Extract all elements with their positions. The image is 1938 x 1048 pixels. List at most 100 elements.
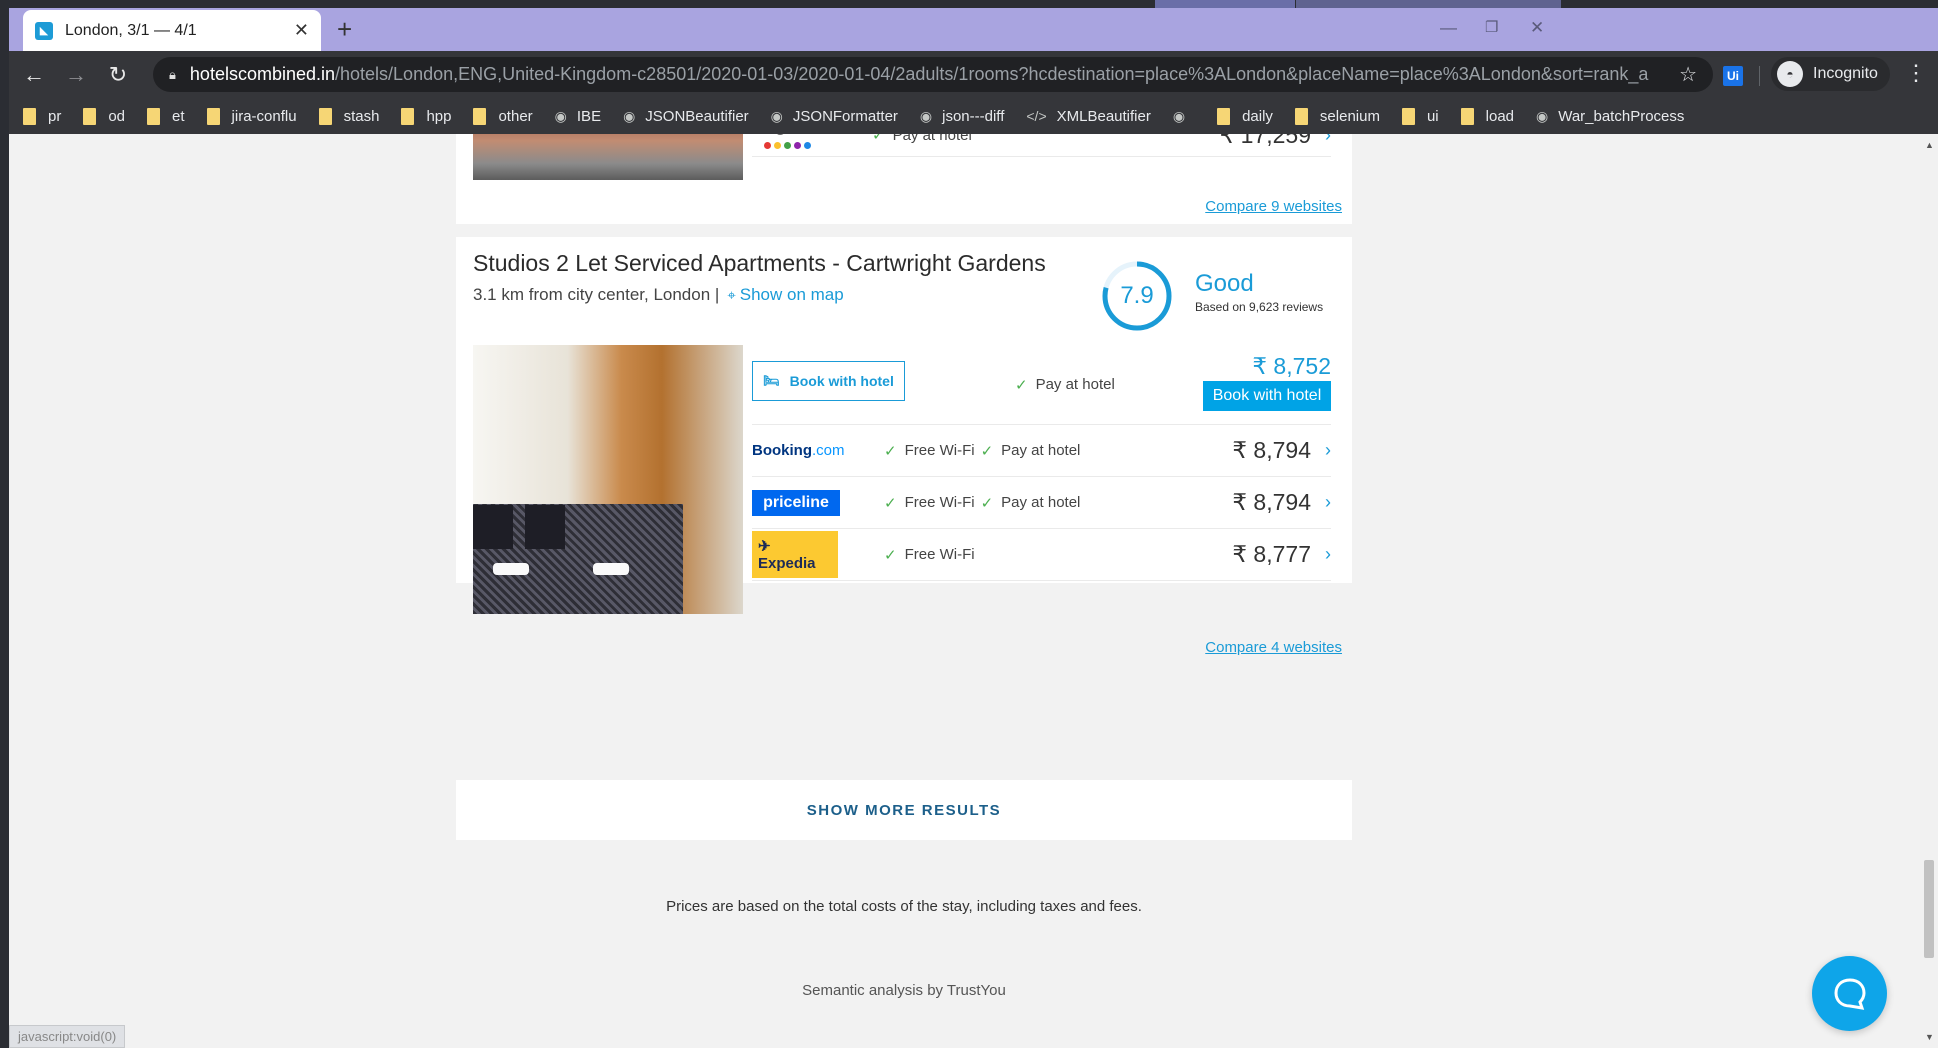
- chevron-right-icon[interactable]: ›: [1325, 134, 1331, 146]
- book-with-hotel-outline-button[interactable]: 🛏︎ Book with hotel: [752, 360, 905, 401]
- folder-icon: [206, 107, 220, 125]
- offer-price: ₹ 8,794: [1232, 437, 1311, 463]
- folder-icon: [147, 107, 161, 125]
- incognito-button[interactable]: ◓ Incognito: [1771, 57, 1890, 91]
- bookmark-json-diff[interactable]: ◉ json---diff: [920, 108, 1004, 125]
- bookmark-label: selenium: [1319, 107, 1380, 125]
- tab-london[interactable]: ◣ London, 3/1 — 4/1 ✕: [23, 10, 321, 51]
- bookmark-label: load: [1485, 107, 1514, 125]
- page-viewport: agoda ✓ Pay at hotel ₹ 17,259 › Compare …: [9, 134, 1920, 1048]
- browser-menu-icon[interactable]: ⋮: [1905, 60, 1927, 86]
- site-icon: ◉: [1172, 107, 1186, 124]
- bookmark-label: War_batchProcess: [1558, 107, 1685, 125]
- bookmark-ui[interactable]: ui: [1401, 107, 1439, 125]
- bookmark-war-batchprocess[interactable]: ◉ War_batchProcess: [1536, 108, 1684, 125]
- close-tab-icon[interactable]: ✕: [294, 20, 309, 41]
- bookmark-selenium[interactable]: selenium: [1294, 107, 1380, 125]
- check-icon: ✓: [872, 134, 885, 144]
- review-score: 7.9: [1120, 282, 1154, 309]
- offer-row-booking[interactable]: Booking.com ✓ Free Wi-Fi ✓ Pay at hotel …: [752, 425, 1331, 477]
- bookmark-jira-conflu[interactable]: jira-conflu: [206, 107, 297, 125]
- page-scrollbar[interactable]: ▲ ▼: [1920, 134, 1938, 1048]
- offer-row-priceline[interactable]: priceline ✓ Free Wi-Fi ✓ Pay at hotel ₹ …: [752, 477, 1331, 529]
- bookmark-star-icon[interactable]: ☆: [1679, 62, 1697, 87]
- uipath-extension-icon[interactable]: Ui: [1723, 66, 1743, 86]
- chevron-right-icon[interactable]: ›: [1325, 440, 1331, 461]
- priceline-logo-wrap: priceline: [752, 489, 884, 516]
- chevron-right-icon[interactable]: ›: [1325, 492, 1331, 513]
- feature-label: Pay at hotel: [1001, 494, 1081, 511]
- folder-icon: [401, 107, 415, 125]
- site-icon: ◉: [623, 107, 636, 124]
- bookmark-od[interactable]: od: [83, 107, 125, 125]
- check-icon: ✓: [1015, 376, 1028, 394]
- priceline-logo: priceline: [752, 489, 840, 516]
- bookmarks-bar: pr od et jira-conflu stash hpp other ◉ IBE ◉ JSONB…: [9, 98, 1938, 134]
- minimize-icon[interactable]: —: [1440, 18, 1457, 38]
- url-text[interactable]: hotelscombined.in/hotels/London,ENG,Unit…: [190, 64, 1665, 85]
- chat-bubble-icon: [1833, 977, 1866, 1010]
- review-count[interactable]: Based on 9,623 reviews: [1195, 300, 1323, 314]
- restore-icon[interactable]: ❐: [1485, 18, 1498, 36]
- agoda-logo: agoda: [764, 134, 872, 154]
- site-icon: ◉: [554, 107, 567, 124]
- status-bar-url: javascript:void(0): [9, 1025, 126, 1048]
- compare-websites-link[interactable]: Compare 4 websites: [1205, 639, 1342, 656]
- chevron-right-icon[interactable]: ›: [1325, 544, 1331, 565]
- folder-icon: [1217, 107, 1231, 125]
- bookmark-label: IBE: [576, 107, 602, 125]
- compare-websites-link[interactable]: Compare 9 websites: [1205, 198, 1342, 215]
- reload-icon[interactable]: ↻: [97, 62, 139, 88]
- bookmark-daily[interactable]: daily: [1217, 107, 1273, 125]
- show-more-results-button[interactable]: SHOW MORE RESULTS: [456, 780, 1352, 840]
- book-with-hotel-button[interactable]: Book with hotel: [1203, 381, 1331, 411]
- book-with-hotel-badge: 🛏︎ Book with hotel: [752, 360, 905, 401]
- offer-price: ₹ 8,777: [1232, 541, 1311, 567]
- close-window-icon[interactable]: ✕: [1530, 18, 1544, 38]
- folder-icon: [23, 107, 36, 125]
- bookmark-pr[interactable]: pr: [23, 107, 62, 125]
- forward-icon[interactable]: →: [55, 62, 97, 88]
- check-icon: ✓: [884, 546, 897, 564]
- site-icon: ◉: [770, 107, 783, 124]
- tab-strip: ◣ London, 3/1 — 4/1 ✕ + — ❐ ✕: [9, 8, 1938, 51]
- url-domain: hotelscombined.in: [189, 64, 336, 84]
- incognito-icon: ◓: [1777, 61, 1803, 87]
- browser-window: ◣ London, 3/1 — 4/1 ✕ + — ❐ ✕ ← → ↻ 🔒︎ h…: [9, 8, 1938, 1048]
- bookmark-label: JSONBeautifier: [645, 107, 749, 125]
- feature-label: Pay at hotel: [1035, 376, 1115, 393]
- photo-pillow: [525, 505, 565, 549]
- back-icon[interactable]: ←: [13, 62, 55, 88]
- url-path: /hotels/London,ENG,United-Kingdom-c28501…: [335, 64, 1649, 84]
- bookmark-label: daily: [1242, 107, 1273, 125]
- offer-row-direct[interactable]: 🛏︎ Book with hotel ✓ Pay at hotel ₹ 8,75…: [752, 345, 1331, 425]
- bookmark-hpp[interactable]: hpp: [401, 107, 451, 125]
- hotel-photo[interactable]: [473, 134, 743, 180]
- bookmark-label: pr: [48, 107, 62, 125]
- bookmark-jsonformatter[interactable]: ◉ JSONFormatter: [771, 108, 898, 125]
- bookmark-load[interactable]: load: [1460, 107, 1514, 125]
- offer-row-agoda[interactable]: agoda ✓ Pay at hotel ₹ 17,259 ›: [752, 134, 1331, 157]
- chat-support-button[interactable]: [1812, 956, 1887, 1031]
- new-tab-button[interactable]: +: [337, 16, 352, 42]
- tab-title: London, 3/1 — 4/1: [65, 21, 197, 39]
- lock-icon: 🔒︎: [169, 66, 176, 82]
- bookmark-et[interactable]: et: [147, 107, 185, 125]
- scrollbar-thumb[interactable]: [1924, 860, 1934, 958]
- offer-row-expedia[interactable]: ✈︎ Expedia ✓ Free Wi-Fi ₹ 8,777 ›: [752, 529, 1331, 581]
- feature-label: Pay at hotel: [892, 134, 972, 144]
- feature-label: Free Wi-Fi: [904, 546, 975, 563]
- bookmark-other[interactable]: other: [473, 107, 533, 125]
- hotel-name[interactable]: Studios 2 Let Serviced Apartments - Cart…: [473, 250, 1046, 277]
- show-on-map-link[interactable]: Show on map: [740, 285, 844, 305]
- bookmark-xmlbeautifier[interactable]: </> XMLBeautifier: [1026, 108, 1150, 125]
- scroll-up-icon[interactable]: ▲: [1925, 140, 1934, 150]
- bookmark-ibe[interactable]: ◉ IBE: [555, 108, 601, 125]
- bookmark-stash[interactable]: stash: [318, 107, 379, 125]
- hotel-photo[interactable]: [473, 345, 743, 614]
- bookmark-unnamed[interactable]: ◉: [1173, 108, 1195, 125]
- scroll-down-icon[interactable]: ▼: [1925, 1032, 1934, 1042]
- folder-icon: [1460, 107, 1474, 125]
- address-bar[interactable]: 🔒︎ hotelscombined.in/hotels/London,ENG,U…: [153, 57, 1713, 92]
- bookmark-jsonbeautifier[interactable]: ◉ JSONBeautifier: [623, 108, 749, 125]
